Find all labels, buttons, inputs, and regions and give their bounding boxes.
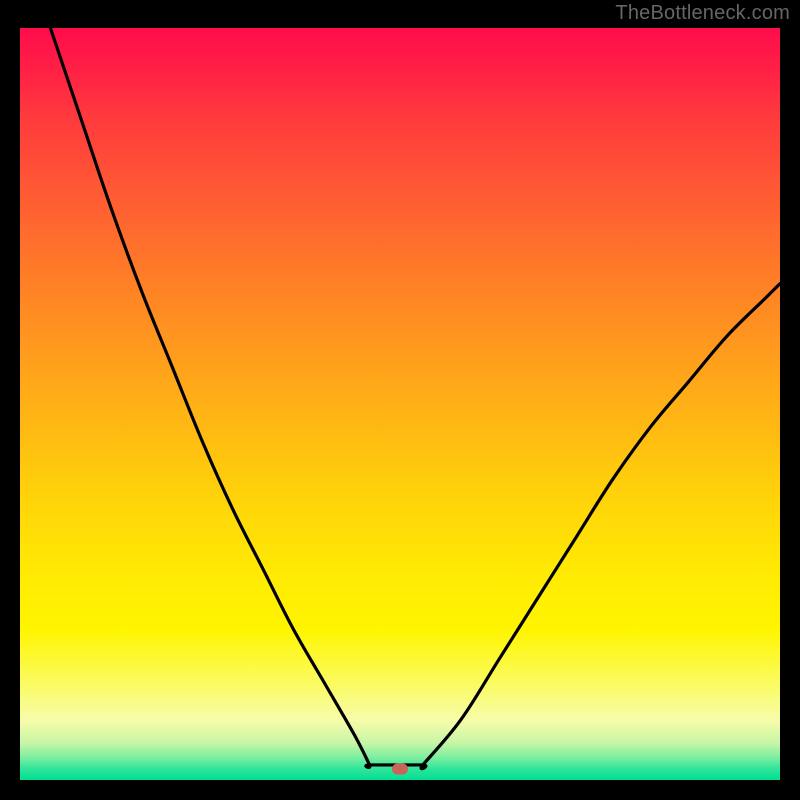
optimal-point-marker: [392, 763, 408, 774]
chart-frame: TheBottleneck.com: [0, 0, 800, 800]
bottleneck-curve: [20, 28, 780, 780]
watermark-text: TheBottleneck.com: [615, 2, 790, 25]
plot-area: [20, 28, 780, 780]
